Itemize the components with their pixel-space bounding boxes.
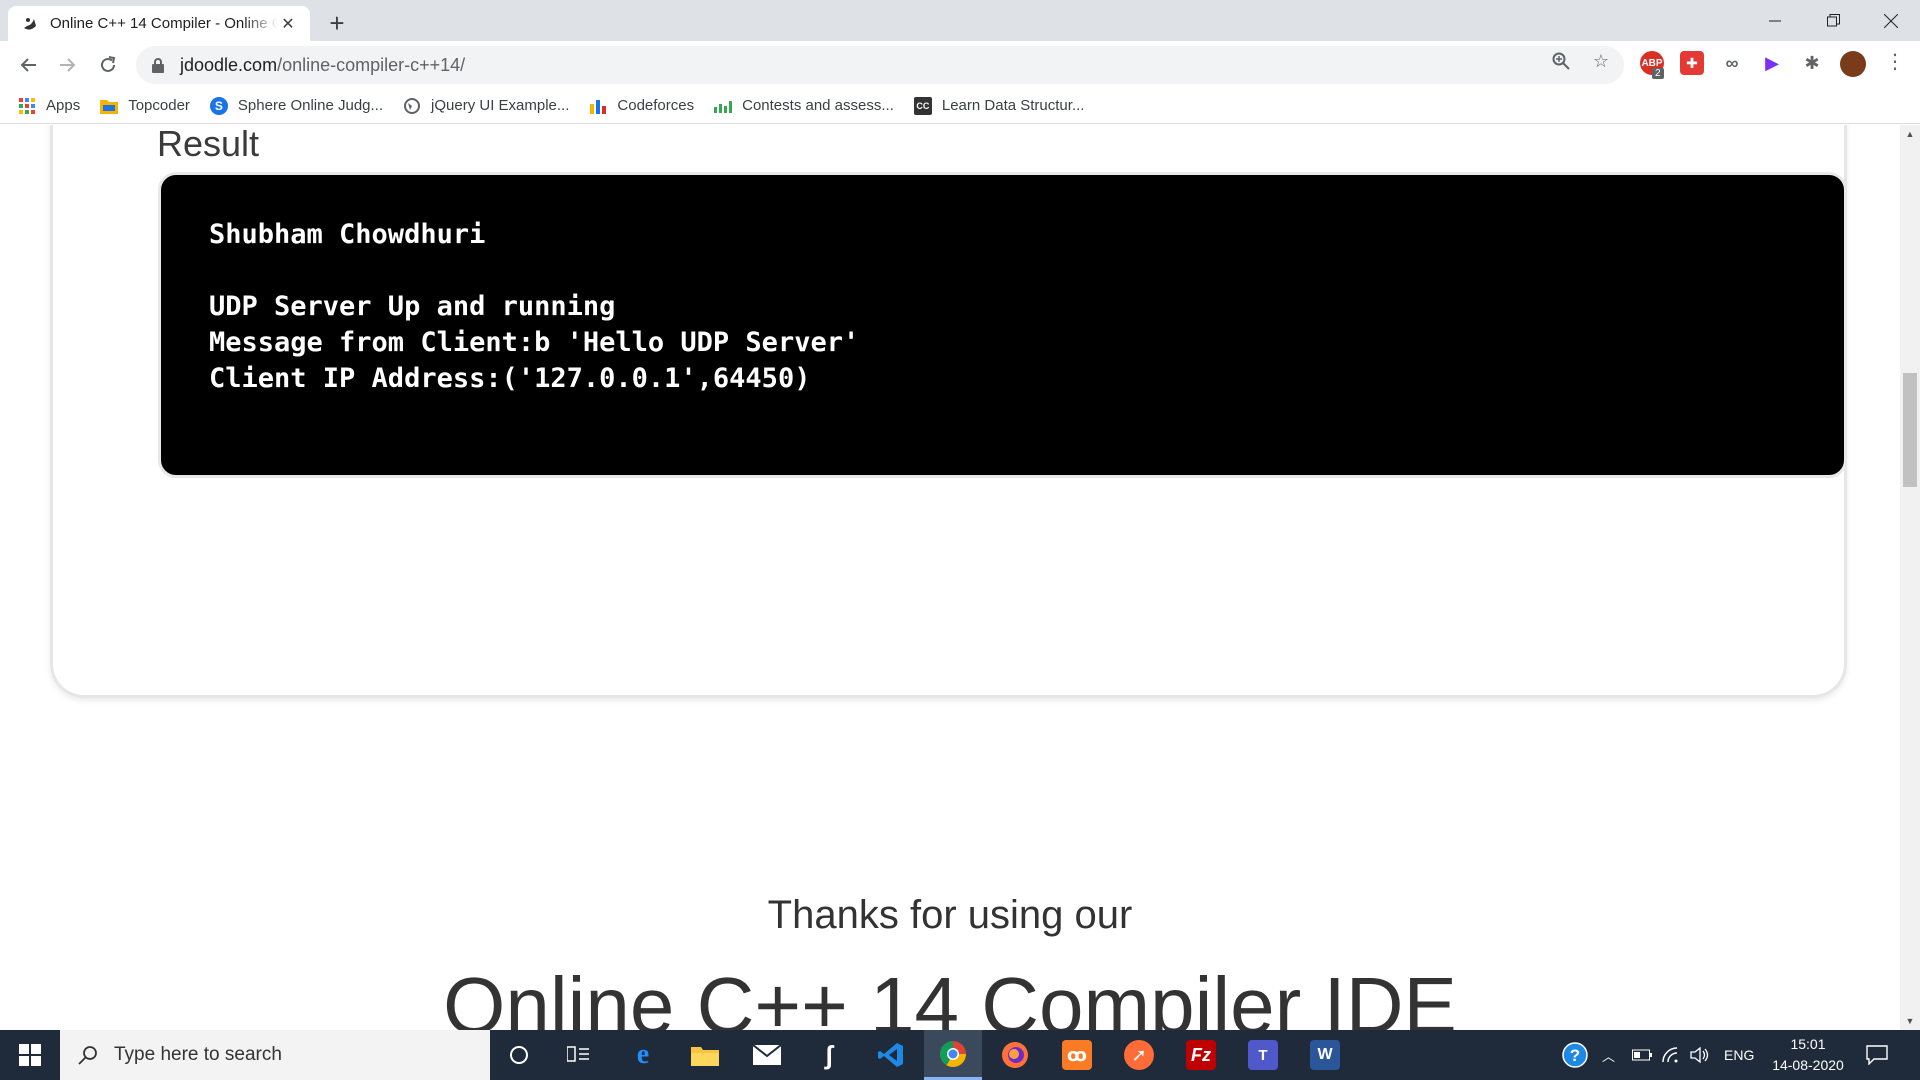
- output-line: Shubham Chowdhuri: [209, 219, 486, 250]
- url-text: jdoodle.com/online-compiler-c++14/: [180, 54, 466, 75]
- mail-icon[interactable]: [738, 1030, 796, 1080]
- svg-text:?: ?: [1570, 1046, 1580, 1065]
- windows-taskbar: Type here to search e ʃ ꝏ ➚ Fz T W ? ︿ E…: [0, 1030, 1920, 1080]
- cc-icon: CC: [913, 96, 932, 115]
- extension-badge: 2: [1652, 68, 1664, 79]
- reload-icon[interactable]: [92, 49, 124, 81]
- bookmark-label: Sphere Online Judg...: [237, 97, 384, 114]
- forward-icon[interactable]: [52, 49, 84, 81]
- tab-strip: Online C++ 14 Compiler - Online C++ 14 E…: [0, 0, 1920, 41]
- page-content: Result Shubham Chowdhuri UDP Server Up an…: [0, 125, 1900, 1030]
- tab-close-icon[interactable]: ✕: [278, 14, 298, 34]
- help-icon[interactable]: ?: [1562, 1030, 1588, 1080]
- apps-grid-icon: [18, 97, 36, 115]
- back-icon[interactable]: [12, 49, 44, 81]
- lock-icon[interactable]: [150, 57, 166, 73]
- notifications-icon[interactable]: [1866, 1030, 1888, 1080]
- clock-time: 15:01: [1790, 1036, 1826, 1052]
- output-line: UDP Server Up and running: [209, 291, 616, 322]
- bookmark-label: jQuery UI Example...: [431, 97, 570, 114]
- edge-icon[interactable]: e: [614, 1030, 672, 1080]
- taskbar-search-input[interactable]: Type here to search: [60, 1030, 490, 1080]
- jdoodle-favicon-icon: [20, 14, 40, 34]
- zoom-icon[interactable]: [1550, 50, 1572, 72]
- menu-kebab-icon[interactable]: ⋮: [1884, 50, 1906, 73]
- teams-icon[interactable]: T: [1234, 1030, 1292, 1080]
- restore-button[interactable]: [1804, 0, 1862, 41]
- output-line: Message from Client:b 'Hello UDP Server': [209, 327, 860, 358]
- language-indicator[interactable]: ENG: [1724, 1030, 1754, 1080]
- link-extension-icon[interactable]: ∞: [1720, 51, 1744, 75]
- thanks-text: Thanks for using our: [767, 893, 1133, 937]
- wifi-icon[interactable]: [1662, 1030, 1680, 1080]
- profile-avatar[interactable]: [1840, 51, 1866, 77]
- scrollbar-thumb[interactable]: [1903, 373, 1917, 487]
- output-terminal[interactable]: Shubham Chowdhuri UDP Server Up and runni…: [158, 172, 1847, 478]
- bookmark-topcoder[interactable]: Topcoder: [100, 97, 190, 115]
- clock-date: 14-08-2020: [1772, 1057, 1844, 1073]
- search-icon: [76, 1043, 100, 1067]
- cortana-icon[interactable]: [490, 1030, 548, 1080]
- browser-toolbar: jdoodle.com/online-compiler-c++14/ ☆ ABP…: [0, 41, 1920, 88]
- bookmark-contests[interactable]: Contests and assess...: [714, 97, 894, 115]
- windows-start-icon[interactable]: [0, 1030, 60, 1080]
- clock[interactable]: 15:01 14-08-2020: [1766, 1034, 1850, 1076]
- bookmark-label: Contests and assess...: [742, 97, 894, 114]
- close-window-button[interactable]: [1862, 0, 1920, 41]
- health-extension-icon[interactable]: ✚: [1680, 51, 1704, 75]
- bookmark-label: Codeforces: [617, 97, 695, 114]
- minimize-button[interactable]: [1746, 0, 1804, 41]
- bookmark-sphere[interactable]: S Sphere Online Judg...: [209, 96, 384, 115]
- codeforces-icon: [589, 97, 607, 115]
- puzzle-extensions-icon[interactable]: ✱: [1800, 51, 1824, 75]
- page-scrollbar[interactable]: ▲ ▼: [1900, 125, 1920, 1030]
- bookmarks-bar: Apps Topcoder S Sphere Online Judg... jQ…: [0, 88, 1920, 124]
- new-tab-button[interactable]: +: [322, 8, 352, 38]
- volume-icon[interactable]: [1690, 1030, 1710, 1080]
- word-icon[interactable]: W: [1296, 1030, 1354, 1080]
- sphere-icon: S: [209, 96, 228, 115]
- xampp-icon[interactable]: ꝏ: [1048, 1030, 1106, 1080]
- output-text: Shubham Chowdhuri UDP Server Up and runni…: [209, 217, 1844, 397]
- task-view-icon[interactable]: [550, 1030, 608, 1080]
- tray-chevron-icon[interactable]: ︿: [1602, 1030, 1615, 1080]
- postman-icon[interactable]: ➚: [1110, 1030, 1168, 1080]
- browser-tab[interactable]: Online C++ 14 Compiler - Online C++ 14 E…: [8, 6, 310, 41]
- file-explorer-icon[interactable]: [676, 1030, 734, 1080]
- bookmark-codeforces[interactable]: Codeforces: [589, 97, 694, 115]
- output-line: Client IP Address:('127.0.0.1',64450): [209, 363, 811, 394]
- bookmark-star-icon[interactable]: ☆: [1590, 50, 1612, 72]
- chrome-icon[interactable]: [924, 1030, 982, 1080]
- folder-icon: [100, 97, 119, 115]
- globe-icon: [403, 97, 421, 115]
- firefox-icon[interactable]: [986, 1030, 1044, 1080]
- chart-icon: [714, 97, 733, 115]
- bookmark-jquery[interactable]: jQuery UI Example...: [403, 97, 569, 115]
- bookmark-apps[interactable]: Apps: [18, 97, 80, 115]
- tab-title: Online C++ 14 Compiler - Online C++ 14 E…: [50, 15, 278, 32]
- bookmark-learn-ds[interactable]: CC Learn Data Structur...: [913, 96, 1085, 115]
- git-bash-icon[interactable]: ʃ: [800, 1030, 858, 1080]
- filezilla-icon[interactable]: Fz: [1172, 1030, 1230, 1080]
- bookmark-label: Topcoder: [128, 97, 190, 114]
- scroll-up-icon[interactable]: ▲: [1900, 125, 1920, 143]
- bookmark-label: Apps: [46, 97, 81, 114]
- address-bar[interactable]: jdoodle.com/online-compiler-c++14/: [136, 46, 1624, 84]
- battery-icon[interactable]: [1632, 1030, 1652, 1080]
- bookmark-label: Learn Data Structur...: [941, 97, 1085, 114]
- result-panel: Result Shubham Chowdhuri UDP Server Up an…: [50, 125, 1847, 698]
- ide-title: Online C++ 14 Compiler IDE: [443, 961, 1457, 1030]
- result-heading: Result: [157, 125, 260, 164]
- vscode-icon[interactable]: [862, 1030, 920, 1080]
- scroll-down-icon[interactable]: ▼: [1900, 1012, 1920, 1030]
- play-extension-icon[interactable]: ▶: [1760, 51, 1784, 75]
- search-placeholder: Type here to search: [114, 1044, 282, 1065]
